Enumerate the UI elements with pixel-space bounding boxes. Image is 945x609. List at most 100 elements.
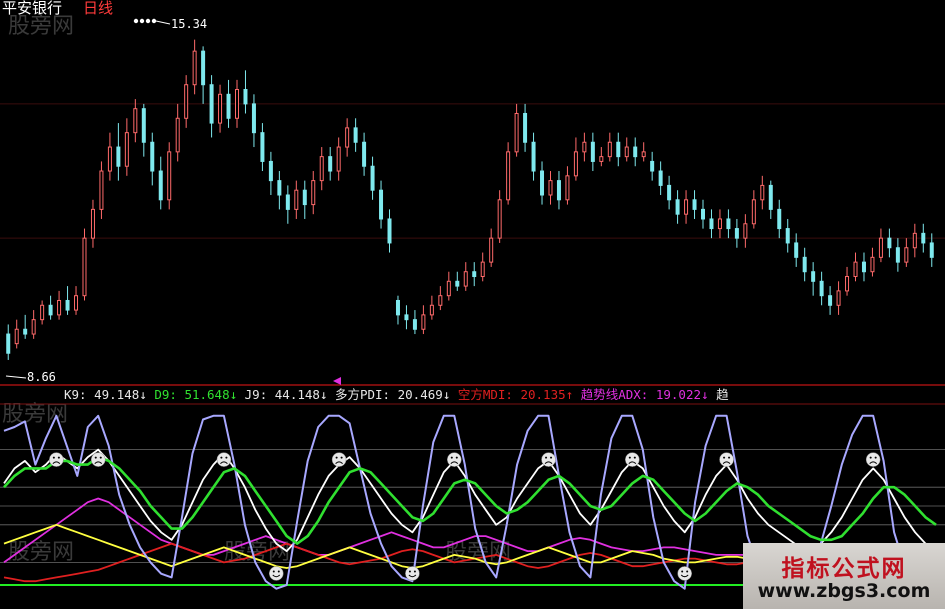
face-circle: [216, 452, 232, 467]
candle-body: [616, 141, 621, 158]
candle: [667, 175, 672, 210]
candle-body: [777, 208, 782, 230]
candle-body: [836, 290, 841, 306]
candle: [116, 123, 121, 181]
face-circle: [541, 452, 556, 467]
high-dot: [139, 18, 145, 24]
candle-body: [294, 189, 299, 210]
face-eye: [277, 570, 280, 573]
candle-body: [150, 141, 155, 172]
high-dot: [145, 18, 151, 24]
candle-body: [99, 170, 104, 210]
candle: [692, 190, 697, 219]
candle: [675, 190, 680, 224]
face-circle: [405, 566, 420, 581]
candle: [743, 214, 748, 248]
candle: [573, 137, 578, 181]
candle-body: [201, 50, 206, 86]
candle-body: [480, 261, 485, 278]
candle-body: [650, 160, 655, 172]
candle-body: [260, 132, 265, 162]
watermark-layer: 股旁网 股旁网 股旁网 股旁网 股旁网: [2, 14, 511, 565]
face-eye: [225, 456, 228, 459]
candle-body: [734, 228, 739, 239]
candle: [751, 190, 756, 229]
candle-body: [14, 328, 19, 345]
candle-body: [40, 304, 45, 321]
candle-body: [633, 146, 638, 158]
candle: [455, 271, 460, 291]
frown-face-icon: [719, 452, 734, 467]
high-dot: [133, 18, 139, 24]
face-circle: [447, 452, 462, 467]
candle: [370, 156, 375, 200]
candle-body: [895, 247, 900, 263]
candle: [446, 271, 451, 301]
candle-body: [362, 141, 367, 167]
high-pointer: [155, 20, 171, 25]
candle: [48, 295, 53, 320]
candle-body: [489, 237, 494, 263]
candle-body: [904, 247, 909, 263]
candle: [785, 218, 790, 253]
candle: [531, 132, 536, 181]
candle-body: [921, 232, 926, 244]
legend-d9: D9: 51.648↓: [154, 387, 244, 402]
candle-body: [819, 280, 824, 297]
candle: [201, 46, 206, 104]
face-circle: [269, 566, 284, 581]
candle: [438, 286, 443, 311]
candle: [260, 123, 265, 172]
candle: [887, 228, 892, 258]
candle-body: [514, 112, 519, 153]
candle: [870, 247, 875, 277]
candle-body: [768, 184, 773, 210]
chart-canvas: 股旁网 股旁网 股旁网 股旁网 股旁网 平安银行 日线 15.34 8.66 K…: [0, 0, 945, 590]
watermark-text: 股旁网: [8, 14, 74, 39]
candle: [285, 185, 290, 224]
candle-body: [133, 108, 138, 134]
candle: [40, 300, 45, 325]
candle: [565, 166, 570, 205]
face-circle: [90, 452, 106, 467]
candle-body: [235, 89, 239, 119]
candle-body: [607, 141, 612, 158]
candle-body: [379, 189, 384, 220]
candle: [921, 223, 926, 253]
candle: [268, 151, 273, 195]
candle-body: [184, 84, 189, 119]
face-eye: [220, 456, 223, 459]
candle-body: [48, 304, 53, 316]
frown-face-icon: [865, 452, 881, 467]
candle: [124, 118, 129, 176]
candle-body: [743, 223, 748, 239]
candle: [429, 295, 434, 320]
candle-body: [887, 237, 892, 249]
frown-face-icon: [625, 452, 640, 467]
candle: [251, 94, 256, 148]
high-label: 15.34: [171, 17, 207, 31]
candle: [658, 161, 663, 195]
candle-body: [74, 295, 79, 311]
candle-body: [624, 146, 629, 158]
candle: [709, 209, 714, 239]
candle-body: [717, 218, 722, 230]
candle-body: [251, 103, 256, 134]
candle: [99, 161, 104, 219]
candle: [6, 324, 11, 360]
candle: [90, 199, 95, 248]
face-eye: [455, 456, 458, 459]
smile-face-icon: [677, 566, 692, 581]
face-eye: [723, 456, 726, 459]
candle: [167, 142, 172, 210]
candle: [828, 286, 833, 315]
candle: [421, 305, 426, 335]
frown-face-icon: [541, 452, 556, 467]
candle: [802, 247, 807, 282]
face-eye: [99, 456, 102, 459]
face-eye: [874, 456, 877, 459]
face-eye: [686, 570, 689, 573]
face-eye: [869, 456, 872, 459]
candle: [209, 75, 214, 138]
candle-body: [429, 304, 434, 316]
